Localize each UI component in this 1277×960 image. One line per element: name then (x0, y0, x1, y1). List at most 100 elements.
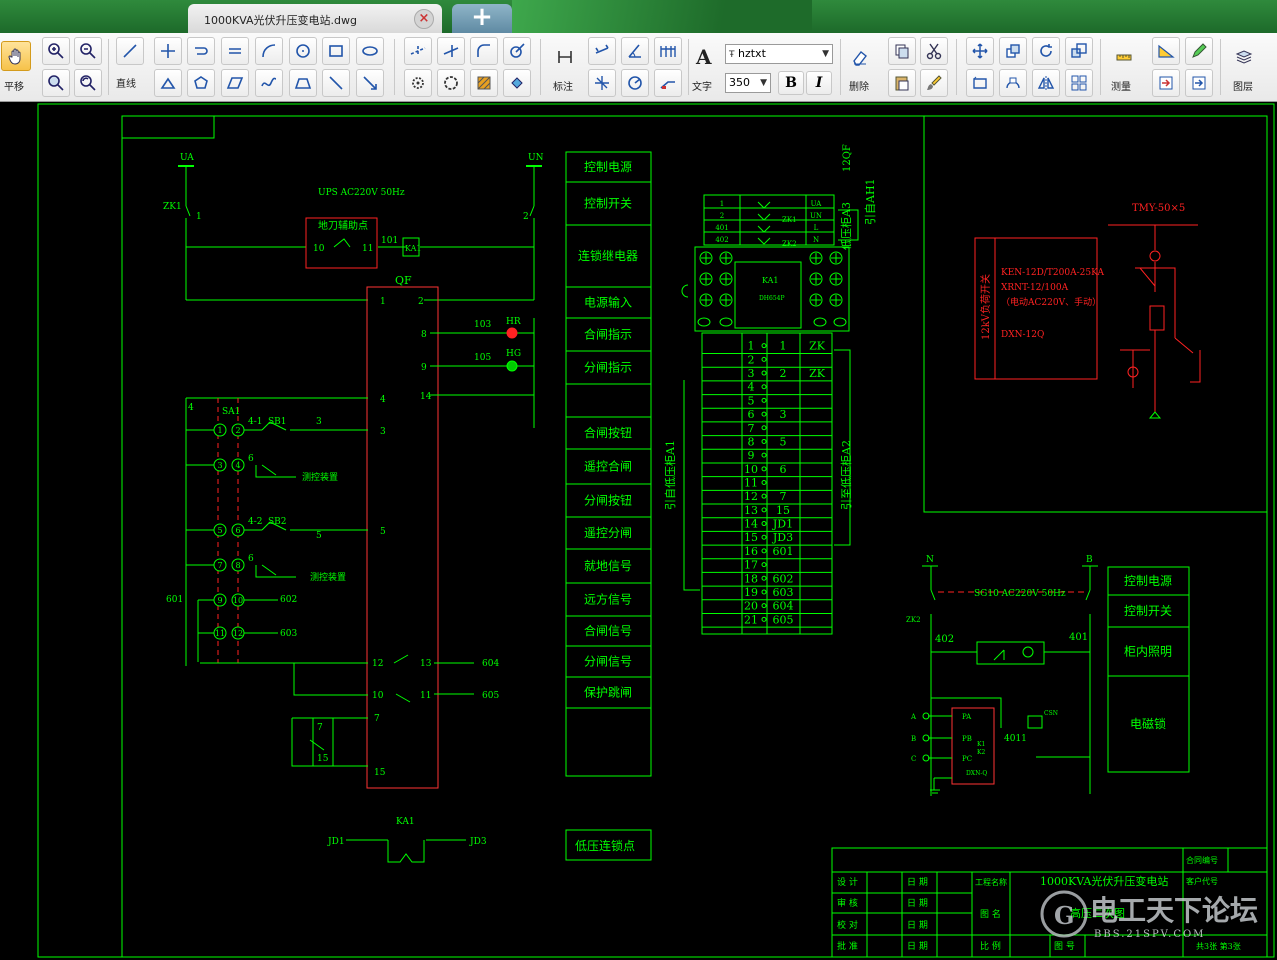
ray-button[interactable] (322, 69, 350, 97)
line-tool-button[interactable] (116, 37, 144, 65)
hatch-button[interactable] (470, 69, 498, 97)
legend2-item: 控制电源 (1124, 574, 1172, 588)
arrow-button[interactable] (356, 69, 384, 97)
zoom-extents-button[interactable] (74, 69, 102, 97)
pan-label: 平移 (4, 82, 24, 93)
copy-button[interactable] (888, 37, 916, 65)
close-tab-icon[interactable]: × (414, 9, 434, 29)
label-electric: （电动AC220V、手动） (1001, 296, 1101, 308)
font-size-value: 350 (729, 76, 750, 89)
legend-items: 控制电源控制开关连锁继电器电源输入合闸指示分闸指示合闸按钮遥控合闸分闸按钮遥控分… (566, 160, 651, 709)
chamfer-button[interactable] (503, 37, 531, 65)
font-name-select[interactable]: Ŧ hztxt ▼ (725, 44, 833, 64)
zk-row-phase: UA (811, 200, 823, 208)
label-k2: K2 (977, 749, 985, 756)
array-button[interactable] (999, 69, 1027, 97)
font-size-select[interactable]: 350 ▼ (725, 73, 771, 93)
area-measure-button[interactable] (1152, 37, 1180, 65)
zoom-out-button[interactable] (74, 37, 102, 65)
terminal-number: 15 (744, 531, 758, 544)
parallelogram-button[interactable] (221, 69, 249, 97)
aligned-dim-button[interactable] (588, 37, 616, 65)
cut-button[interactable] (920, 37, 948, 65)
zoom-in-button[interactable] (42, 37, 70, 65)
terminal-dot (761, 521, 767, 527)
markup-pen-button[interactable] (1185, 37, 1213, 65)
dimension-button[interactable] (551, 43, 579, 71)
terminal-number: 2 (748, 353, 755, 366)
leader-button[interactable] (654, 69, 682, 97)
coordinate-dim-button[interactable] (588, 69, 616, 97)
trapezoid-button[interactable] (289, 69, 317, 97)
label-qf10: 10 (372, 691, 384, 701)
rotate-copy-button[interactable] (404, 69, 432, 97)
legend2-item: 控制开关 (1124, 604, 1172, 618)
label-n15: 15 (317, 754, 329, 764)
import-button[interactable] (1152, 69, 1180, 97)
arc-button[interactable] (255, 37, 283, 65)
rotate-icon (1040, 44, 1052, 57)
scale-button[interactable] (1065, 37, 1093, 65)
label-ups: UPS AC220V 50Hz (318, 188, 405, 198)
annotate-label: 标注 (553, 82, 573, 93)
parallelogram-icon (226, 77, 244, 89)
rotate-button[interactable] (1032, 37, 1060, 65)
move-button[interactable] (966, 37, 994, 65)
sheet-inner-frame (121, 115, 1268, 958)
match-properties-button[interactable] (920, 69, 948, 97)
label-remote2: 测控装置 (310, 571, 346, 583)
export-button[interactable] (1185, 69, 1213, 97)
polyline-button[interactable] (187, 37, 215, 65)
fillet-button[interactable] (470, 37, 498, 65)
text-tool-icon[interactable]: A (696, 45, 712, 69)
watermark-text: 电工天下论坛 (1090, 894, 1258, 927)
zoom-window-button[interactable] (42, 69, 70, 97)
label-sa1: SA1 (222, 407, 240, 417)
angle-dim-button[interactable] (621, 37, 649, 65)
circle-button[interactable] (289, 37, 317, 65)
label-xrnt: XRNT-12/100A (1001, 283, 1069, 293)
document-tab[interactable]: 1000KVA光伏升压变电站.dwg × (188, 4, 442, 33)
terminal-number: 4 (748, 381, 755, 394)
supply-verticals (185, 166, 535, 300)
copy-object-button[interactable] (999, 37, 1027, 65)
terminal-dot (761, 603, 767, 609)
radius-dim-button[interactable] (621, 69, 649, 97)
double-line-button[interactable] (221, 37, 249, 65)
drawing-canvas[interactable]: UA UN UPS AC220V 50Hz ZK1 1 2 地刀辅助点 10 1… (0, 101, 1277, 960)
stretch-button[interactable] (966, 69, 994, 97)
corner-box (121, 115, 215, 139)
extend-button[interactable] (437, 37, 465, 65)
legend-item: 就地信号 (584, 559, 632, 573)
terminal-wire: 15 (776, 504, 790, 517)
trim-button[interactable] (404, 37, 432, 65)
construction-line-button[interactable] (154, 37, 182, 65)
fill-button[interactable] (503, 69, 531, 97)
layer-button[interactable] (1230, 43, 1258, 71)
radius-icon (628, 76, 642, 90)
pan-button[interactable] (1, 41, 31, 71)
bold-button[interactable]: B (778, 71, 804, 95)
new-tab-button[interactable]: + (452, 4, 512, 33)
italic-button[interactable]: I (806, 71, 832, 95)
sa1-wiring (185, 397, 368, 666)
offset-button[interactable] (437, 69, 465, 97)
legend-item: 保护跳闸 (584, 686, 632, 700)
rectangle-button[interactable] (322, 37, 350, 65)
zk-contact (757, 201, 771, 209)
ellipse-button[interactable] (356, 37, 384, 65)
double-line-icon (229, 48, 241, 54)
delete-button[interactable] (846, 43, 874, 71)
terminal-number: 21 (744, 613, 758, 626)
label-n601: 601 (166, 595, 183, 605)
mirror-button[interactable] (1032, 69, 1060, 97)
aligned-dim-icon (595, 44, 609, 54)
explode-button[interactable] (1065, 69, 1093, 97)
continuous-dim-button[interactable] (654, 37, 682, 65)
paste-button[interactable] (888, 69, 916, 97)
measure-button[interactable] (1110, 43, 1138, 71)
spline-button[interactable] (255, 69, 283, 97)
polygon-button[interactable] (187, 69, 215, 97)
triangle-button[interactable] (154, 69, 182, 97)
terminal-wire: JD1 (772, 518, 793, 531)
